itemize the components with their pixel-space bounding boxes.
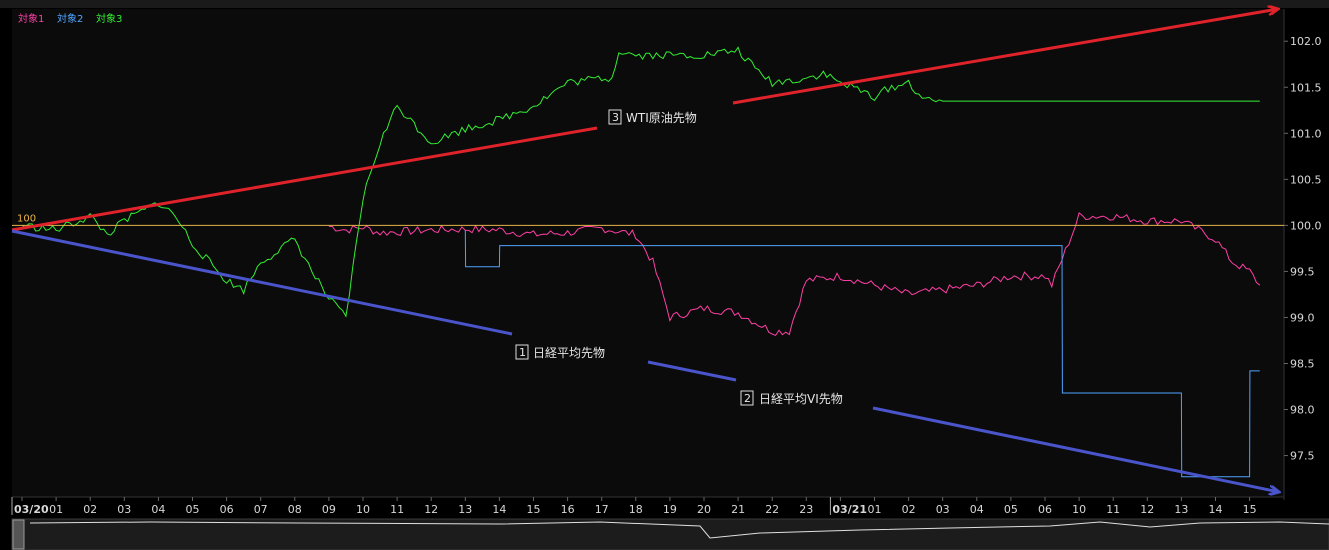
legend-item-series1: 対象1 [18, 12, 44, 25]
annotation-number: 1 [519, 346, 526, 359]
annotation-number: 2 [744, 392, 751, 405]
x-tick-label: 05 [1004, 503, 1018, 516]
navigator-panel [11, 518, 1329, 550]
y-tick-label: 98.0 [1290, 404, 1315, 417]
navigator-handle[interactable] [12, 519, 25, 550]
x-tick-label: 12 [424, 503, 438, 516]
legend-item-series2: 対象2 [57, 12, 83, 25]
x-tick-label: 06 [220, 503, 234, 516]
top-bar [0, 0, 1329, 8]
x-tick-label: 02 [83, 503, 97, 516]
y-tick-label: 99.0 [1290, 311, 1315, 324]
x-tick-label: 09 [322, 503, 336, 516]
x-tick-label: 15 [1243, 503, 1257, 516]
x-tick-label: 13 [458, 503, 472, 516]
x-tick-label: 03/20 [14, 503, 49, 516]
x-tick-label: 23 [799, 503, 813, 516]
x-tick-label: 12 [1140, 503, 1154, 516]
x-tick-label: 04 [970, 503, 984, 516]
x-tick-label: 14 [492, 503, 506, 516]
x-tick-label: 21 [731, 503, 745, 516]
y-tick-label: 97.5 [1290, 450, 1315, 463]
legend: 対象1 対象2 対象3 [18, 12, 122, 25]
x-tick-label: 08 [288, 503, 302, 516]
x-tick-label: 15 [527, 503, 541, 516]
x-tick-label: 10 [1072, 503, 1086, 516]
x-tick-label: 18 [629, 503, 643, 516]
x-tick-label: 10 [356, 503, 370, 516]
y-tick-label: 100.0 [1290, 219, 1322, 232]
x-tick-label: 05 [186, 503, 200, 516]
y-tick-label: 101.5 [1290, 81, 1322, 94]
x-tick-label: 17 [595, 503, 609, 516]
legend-item-series3: 対象3 [96, 12, 122, 25]
y-tick-label: 102.0 [1290, 35, 1322, 48]
x-tick-label: 03/21 [832, 503, 867, 516]
baseline-label: 100 [17, 213, 36, 224]
x-tick-label: 03 [936, 503, 950, 516]
x-tick-label: 16 [561, 503, 575, 516]
x-tick-label: 04 [151, 503, 165, 516]
navigator[interactable] [11, 518, 1329, 550]
annotation-label: WTI原油先物 [626, 111, 697, 125]
y-tick-label: 100.5 [1290, 173, 1322, 186]
annotation-number: 3 [612, 111, 619, 124]
x-tick-label: 13 [1174, 503, 1188, 516]
annotation-label: 日経平均先物 [533, 346, 605, 360]
annotation-label: 日経平均VI先物 [759, 392, 843, 406]
x-tick-label: 20 [697, 503, 711, 516]
x-tick-label: 11 [390, 503, 404, 516]
x-tick-label: 22 [765, 503, 779, 516]
x-tick-label: 07 [254, 503, 268, 516]
x-tick-label: 01 [49, 503, 63, 516]
y-tick-label: 101.0 [1290, 127, 1322, 140]
chart-canvas: 対象1 対象2 対象3 100 97.5 98.0 98.5 99.0 99.5 100.… [0, 0, 1329, 550]
x-tick-label: 01 [868, 503, 882, 516]
plot-area [12, 9, 1284, 497]
x-tick-label: 02 [902, 503, 916, 516]
x-tick-label: 19 [663, 503, 677, 516]
x-tick-label: 14 [1209, 503, 1223, 516]
x-tick-label: 03 [117, 503, 131, 516]
x-tick-label: 11 [1106, 503, 1120, 516]
y-tick-label: 98.5 [1290, 357, 1315, 370]
y-tick-label: 99.5 [1290, 265, 1315, 278]
x-tick-label: 06 [1038, 503, 1052, 516]
